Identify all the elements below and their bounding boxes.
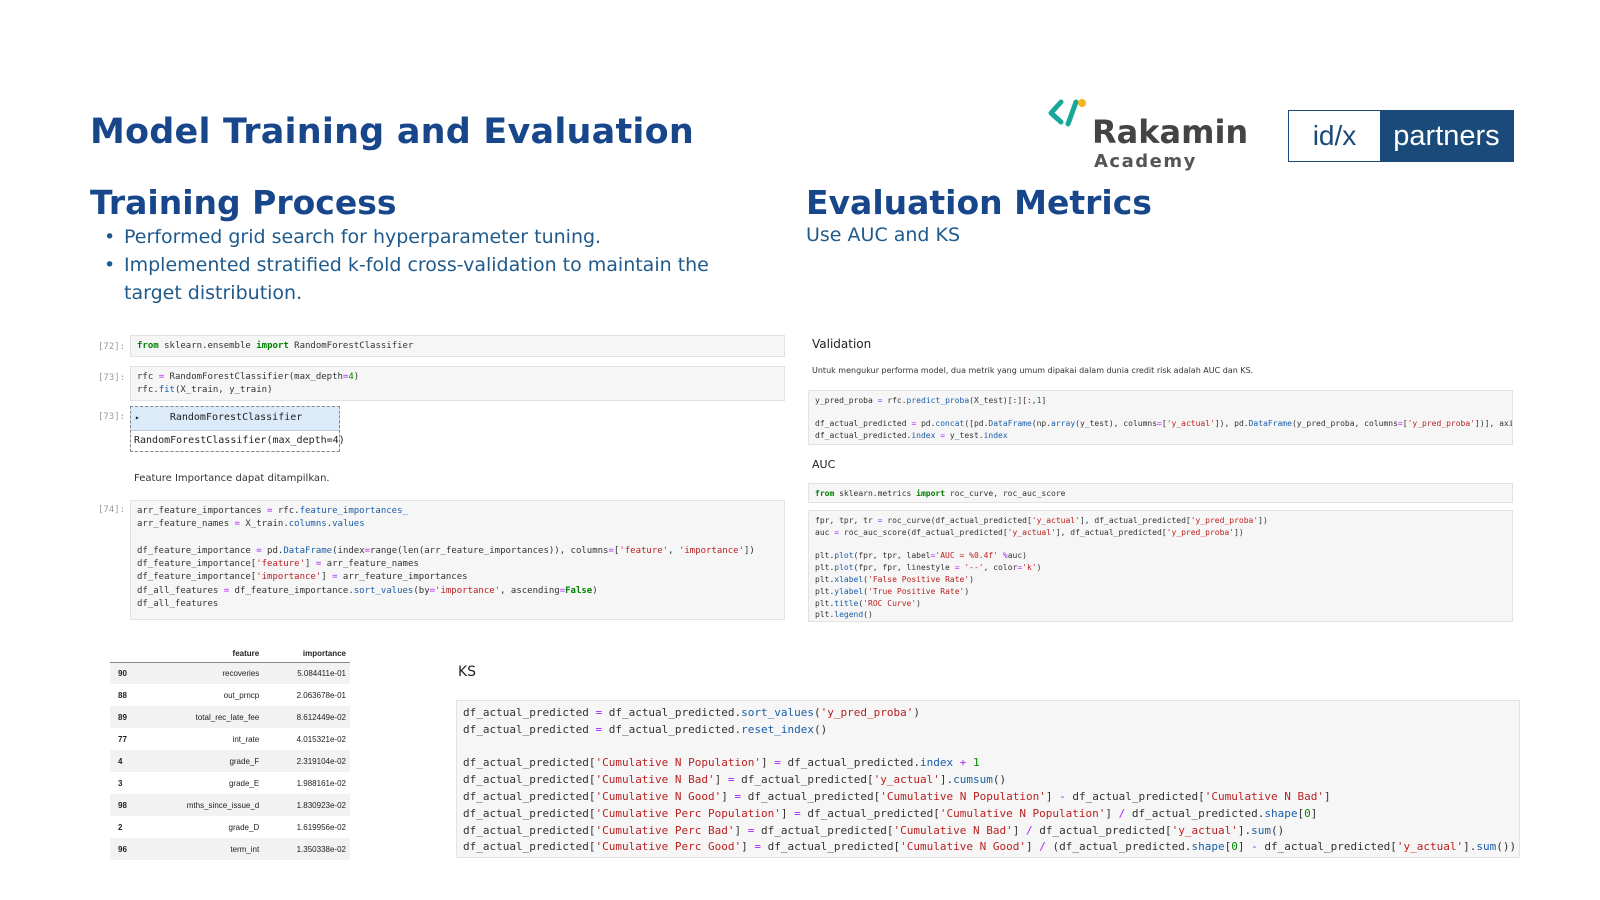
code-cell-auc-import: from sklearn.metrics import roc_curve, r… <box>808 483 1513 503</box>
page-title: Model Training and Evaluation <box>90 112 694 152</box>
feature-cell: out_prncp <box>141 684 264 706</box>
code-cell-auc-plot: fpr, tpr, tr = roc_curve(df_actual_predi… <box>808 510 1513 622</box>
ks-label: KS <box>458 664 477 680</box>
table-row: 77 int_rate 4.015321e-02 <box>110 728 350 750</box>
evaluation-heading: Evaluation Metrics <box>806 183 1152 222</box>
feature-cell: total_rec_late_fee <box>141 706 264 728</box>
importance-cell: 2.063678e-01 <box>263 684 350 706</box>
code-cell-predict: y_pred_proba = rfc.predict_proba(X_test)… <box>808 390 1513 445</box>
importance-cell: 1.619956e-02 <box>263 816 350 838</box>
table-row: 96 term_int 1.350338e-02 <box>110 838 350 860</box>
importance-cell: 1.350338e-02 <box>263 838 350 860</box>
validation-label: Validation <box>812 337 872 351</box>
cell-number: [72]: <box>98 342 126 352</box>
code-cell-feature-importance: arr_feature_importances = rfc.feature_im… <box>130 500 785 620</box>
rakamin-logo-icon <box>1048 99 1086 127</box>
rakamin-logo-text: Rakamin <box>1092 113 1249 151</box>
cell-number: [74]: <box>98 505 126 515</box>
table-row: 2 grade_D 1.619956e-02 <box>110 816 350 838</box>
idx-logo-right: partners <box>1380 111 1513 161</box>
idx-partners-logo: id/x partners <box>1288 110 1514 162</box>
feature-cell: recoveries <box>141 662 264 684</box>
importance-cell: 8.612449e-02 <box>263 706 350 728</box>
feature-cell: int_rate <box>141 728 264 750</box>
table-header-row: feature importance <box>110 646 350 663</box>
table-row: 90 recoveries 5.084411e-01 <box>110 662 350 684</box>
table-header: importance <box>263 646 350 663</box>
code-cell-fit: rfc = RandomForestClassifier(max_depth=4… <box>130 366 785 401</box>
table-row: 89 total_rec_late_fee 8.612449e-02 <box>110 706 350 728</box>
code-cell-import: from sklearn.ensemble import RandomFores… <box>130 335 785 357</box>
feature-cell: term_int <box>141 838 264 860</box>
row-index: 98 <box>110 794 142 816</box>
row-index: 4 <box>110 750 142 772</box>
importance-cell: 4.015321e-02 <box>263 728 350 750</box>
table-row: 88 out_prncp 2.063678e-01 <box>110 684 350 706</box>
feature-importance-table: feature importance 90 recoveries 5.084411e… <box>110 646 350 860</box>
idx-logo-left: id/x <box>1289 111 1380 161</box>
feature-cell: grade_F <box>141 750 264 772</box>
row-index: 89 <box>110 706 142 728</box>
feature-note: Feature Importance dapat ditampilkan. <box>134 473 330 484</box>
row-index: 88 <box>110 684 142 706</box>
table-row: 98 mths_since_issue_d 1.830923e-02 <box>110 794 350 816</box>
training-bullets: Performed grid search for hyperparameter… <box>104 223 744 307</box>
importance-cell: 5.084411e-01 <box>263 662 350 684</box>
table-header <box>110 646 142 663</box>
model-output-header: ▸ RandomForestClassifier <box>135 412 303 423</box>
feature-cell: mths_since_issue_d <box>141 794 264 816</box>
auc-label: AUC <box>812 458 836 471</box>
row-index: 2 <box>110 816 142 838</box>
table-row: 3 grade_E 1.988161e-02 <box>110 772 350 794</box>
row-index: 90 <box>110 662 142 684</box>
row-index: 77 <box>110 728 142 750</box>
validation-text: Untuk mengukur performa model, dua metri… <box>812 366 1254 375</box>
model-output[interactable]: ▸ RandomForestClassifier RandomForestClas… <box>130 406 345 452</box>
table-header: feature <box>141 646 264 663</box>
bullet-item: Implemented stratified k-fold cross-vali… <box>104 251 744 307</box>
row-index: 3 <box>110 772 142 794</box>
importance-cell: 1.988161e-02 <box>263 772 350 794</box>
feature-cell: grade_E <box>141 772 264 794</box>
row-index: 96 <box>110 838 142 860</box>
cell-number: [73]: <box>98 373 126 383</box>
rakamin-logo-subtext: Academy <box>1094 151 1197 172</box>
importance-cell: 2.319104e-02 <box>263 750 350 772</box>
importance-cell: 1.830923e-02 <box>263 794 350 816</box>
feature-cell: grade_D <box>141 816 264 838</box>
model-output-body: RandomForestClassifier(max_depth=4) <box>131 430 345 451</box>
model-output-title: RandomForestClassifier <box>169 412 303 423</box>
training-heading: Training Process <box>90 183 397 222</box>
evaluation-subtitle: Use AUC and KS <box>806 224 961 246</box>
cell-number: [73]: <box>98 412 126 422</box>
bullet-item: Performed grid search for hyperparameter… <box>104 223 744 251</box>
code-cell-ks: df_actual_predicted = df_actual_predicte… <box>456 700 1520 858</box>
table-row: 4 grade_F 2.319104e-02 <box>110 750 350 772</box>
